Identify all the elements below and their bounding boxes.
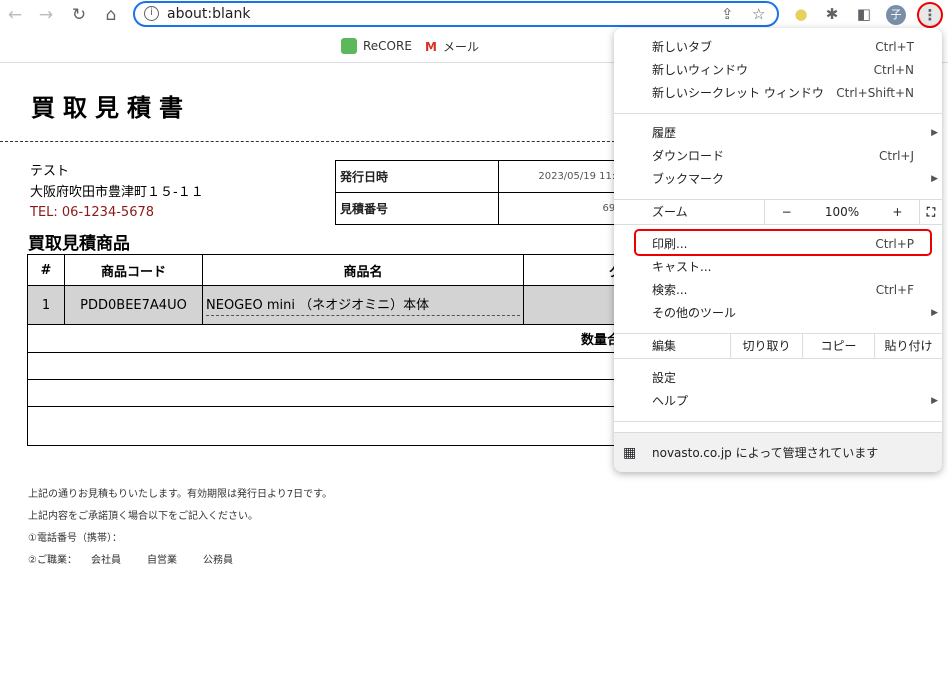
star-icon[interactable]: ☆ xyxy=(752,5,765,23)
separator xyxy=(614,358,942,359)
separator xyxy=(614,113,942,114)
zoom-in-button[interactable]: + xyxy=(892,200,902,224)
notes: 上記の通りお見積もりいたします。有効期限は発行日より7日です。 上記内容をご承諾… xyxy=(28,484,332,572)
zoom-label: ズーム xyxy=(652,205,688,219)
note: ①電話番号（携帯）： xyxy=(28,533,122,544)
col-code: 商品コード xyxy=(64,254,203,286)
col-no: # xyxy=(27,254,65,286)
submenu-arrow-icon: ▶ xyxy=(931,128,938,138)
share-icon[interactable]: ⇪ xyxy=(721,5,734,23)
job-option: 公務員 xyxy=(202,555,233,566)
menu-bookmarks[interactable]: ブックマーク ▶ xyxy=(614,168,942,191)
submenu-arrow-icon: ▶ xyxy=(931,308,938,318)
menu-help[interactable]: ヘルプ ▶ xyxy=(614,390,942,413)
submenu-arrow-icon: ▶ xyxy=(931,396,938,406)
reload-icon[interactable]: ↻ xyxy=(68,4,90,26)
divider xyxy=(0,141,620,142)
menu-more-tools[interactable]: その他のツール ▶ xyxy=(614,302,942,325)
menu-new-window[interactable]: 新しいウィンドウ Ctrl+N xyxy=(614,59,942,82)
bookmark-mail[interactable]: M メール xyxy=(425,38,479,55)
paste-button[interactable]: 貼り付け xyxy=(874,334,942,358)
issue-date-label: 発行日時 xyxy=(335,160,499,193)
menu-find[interactable]: 検索... Ctrl+F xyxy=(614,279,942,302)
row-no: 1 xyxy=(27,285,65,325)
customer-info: テスト 大阪府吹田市豊津町１５-１１ TEL: 06-1234-5678 xyxy=(30,162,204,224)
page-title: 買取見積書 xyxy=(31,94,191,122)
job-line: ②ご職業： 会社員 自営業 公務員 xyxy=(28,550,332,572)
menu-print[interactable]: 印刷... Ctrl+P xyxy=(614,229,942,256)
fullscreen-icon[interactable]: ⛶ xyxy=(919,200,942,224)
profile-avatar[interactable]: 子 xyxy=(886,5,906,25)
edit-label: 編集 xyxy=(652,339,677,353)
address-bar[interactable]: i about:blank ⇪ ☆ xyxy=(133,1,779,27)
section-title: 買取見積商品 xyxy=(28,234,130,254)
puzzle-icon[interactable]: ✱ xyxy=(823,5,841,23)
copy-button[interactable]: コピー xyxy=(802,334,874,358)
building-icon: ▦ xyxy=(623,445,637,461)
job-label: ②ご職業： xyxy=(28,555,77,566)
row-code: PDD0BEE7A4UO xyxy=(64,285,203,325)
customer-tel: TEL: 06-1234-5678 xyxy=(30,205,155,220)
gmail-icon: M xyxy=(425,39,437,54)
bookmark-label: メール xyxy=(442,40,479,54)
submenu-arrow-icon: ▶ xyxy=(931,174,938,184)
recore-icon xyxy=(341,38,357,54)
url-text[interactable]: about:blank xyxy=(167,6,250,22)
separator xyxy=(614,224,942,225)
col-name: 商品名 xyxy=(202,254,524,286)
side-panel-icon[interactable]: ◧ xyxy=(855,5,873,23)
managed-by-notice[interactable]: ▦ novasto.co.jp によって管理されています xyxy=(614,432,942,472)
menu-cast[interactable]: キャスト... xyxy=(614,256,942,279)
job-option: 自営業 xyxy=(146,555,177,566)
bookmark-label: ReCORE xyxy=(363,39,412,53)
menu-downloads[interactable]: ダウンロード Ctrl+J xyxy=(614,145,942,168)
menu-zoom-row: ズーム − 100% + ⛶ xyxy=(614,200,942,224)
menu-edit-row: 編集 切り取り コピー 貼り付け xyxy=(614,334,942,358)
home-icon[interactable]: ⌂ xyxy=(100,4,122,26)
menu-settings[interactable]: 設定 xyxy=(614,367,942,390)
customer-address: 大阪府吹田市豊津町１５-１１ xyxy=(30,184,204,200)
customer-name: テスト xyxy=(30,164,70,179)
note: 上記内容をご承諾頂く場合以下をご記入ください。 xyxy=(28,511,258,522)
zoom-value: 100% xyxy=(824,205,860,219)
quote-number-value: 6952 xyxy=(498,192,629,225)
job-option: 会社員 xyxy=(90,555,121,566)
forward-icon[interactable]: → xyxy=(35,4,57,26)
extension-icon[interactable]: ● xyxy=(792,5,810,23)
separator xyxy=(614,421,942,422)
bookmark-recore[interactable]: ReCORE xyxy=(341,38,412,54)
back-icon[interactable]: ← xyxy=(4,4,26,26)
issue-date-value: 2023/05/19 11:59 xyxy=(498,160,629,193)
info-table: 発行日時2023/05/19 11:59 見積番号6952 xyxy=(335,160,629,225)
cut-button[interactable]: 切り取り xyxy=(730,334,802,358)
menu-new-incognito[interactable]: 新しいシークレット ウィンドウ Ctrl+Shift+N xyxy=(614,82,942,105)
browser-toolbar: ← → ↻ ⌂ i about:blank ⇪ ☆ ● ✱ ◧ 子 ⋮ xyxy=(0,0,948,30)
chrome-menu-button[interactable]: ⋮ xyxy=(917,2,943,28)
menu-new-tab[interactable]: 新しいタブ Ctrl+T xyxy=(614,36,942,59)
info-icon[interactable]: i xyxy=(144,6,159,21)
zoom-out-button[interactable]: − xyxy=(782,200,792,224)
row-name: NEOGEO mini （ネオジオミニ）本体 xyxy=(206,294,520,316)
menu-history[interactable]: 履歴 ▶ xyxy=(614,122,942,145)
quote-number-label: 見積番号 xyxy=(335,192,499,225)
chrome-menu: 新しいタブ Ctrl+T 新しいウィンドウ Ctrl+N 新しいシークレット ウィン… xyxy=(614,28,942,472)
note: 上記の通りお見積もりいたします。有効期限は発行日より7日です。 xyxy=(28,489,333,500)
